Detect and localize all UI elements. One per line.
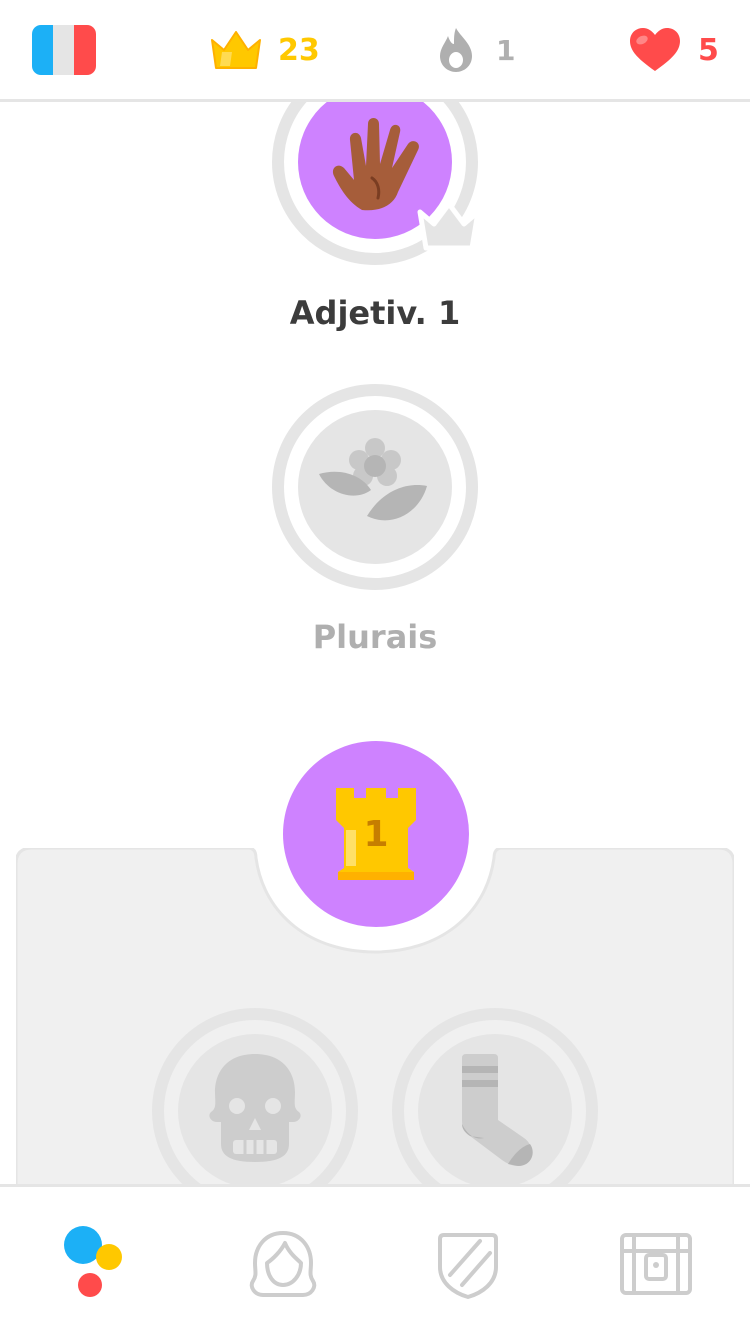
profile-icon (249, 1231, 317, 1297)
skill-plurais[interactable]: Plurais (270, 382, 480, 672)
nav-leaderboard-tab[interactable] (428, 1223, 508, 1303)
crowns-count: 23 (278, 32, 320, 68)
france-flag-icon (32, 25, 96, 75)
hearts-counter[interactable]: 5 (628, 0, 719, 100)
skill-label: Plurais (312, 618, 438, 656)
flower-icon (319, 438, 427, 521)
crown-icon (211, 31, 261, 69)
checkpoint-number: 1 (363, 814, 389, 855)
course-flag-button[interactable] (32, 0, 96, 100)
nav-learn-tab[interactable] (56, 1223, 136, 1303)
bottom-navigation-bar (0, 1184, 750, 1334)
top-status-bar: 23 1 5 (0, 0, 750, 102)
heart-icon (630, 28, 680, 71)
skill-label: Adjetiv. 1 (289, 294, 461, 332)
nav-shop-tab[interactable] (616, 1223, 696, 1303)
skill-crown-badge-icon (417, 201, 481, 251)
nav-profile-tab[interactable] (243, 1223, 323, 1303)
checkpoint-button[interactable]: 1 (282, 740, 470, 928)
hearts-count: 5 (698, 32, 719, 68)
crowns-counter[interactable]: 23 (208, 0, 320, 100)
shield-icon (438, 1233, 498, 1299)
streak-count: 1 (496, 33, 516, 67)
app-screen: 23 1 5 Adjetiv. 1 Plurais 1 (0, 0, 750, 1334)
treasure-chest-icon (620, 1233, 692, 1295)
streak-counter[interactable]: 1 (434, 0, 515, 100)
skull-icon (209, 1054, 301, 1162)
skill-adjetiv-1[interactable]: Adjetiv. 1 (270, 60, 481, 350)
streak-flame-icon (440, 28, 472, 72)
sock-icon (462, 1054, 533, 1166)
learn-dots-icon (64, 1226, 122, 1297)
waving-hand-icon (332, 118, 419, 211)
